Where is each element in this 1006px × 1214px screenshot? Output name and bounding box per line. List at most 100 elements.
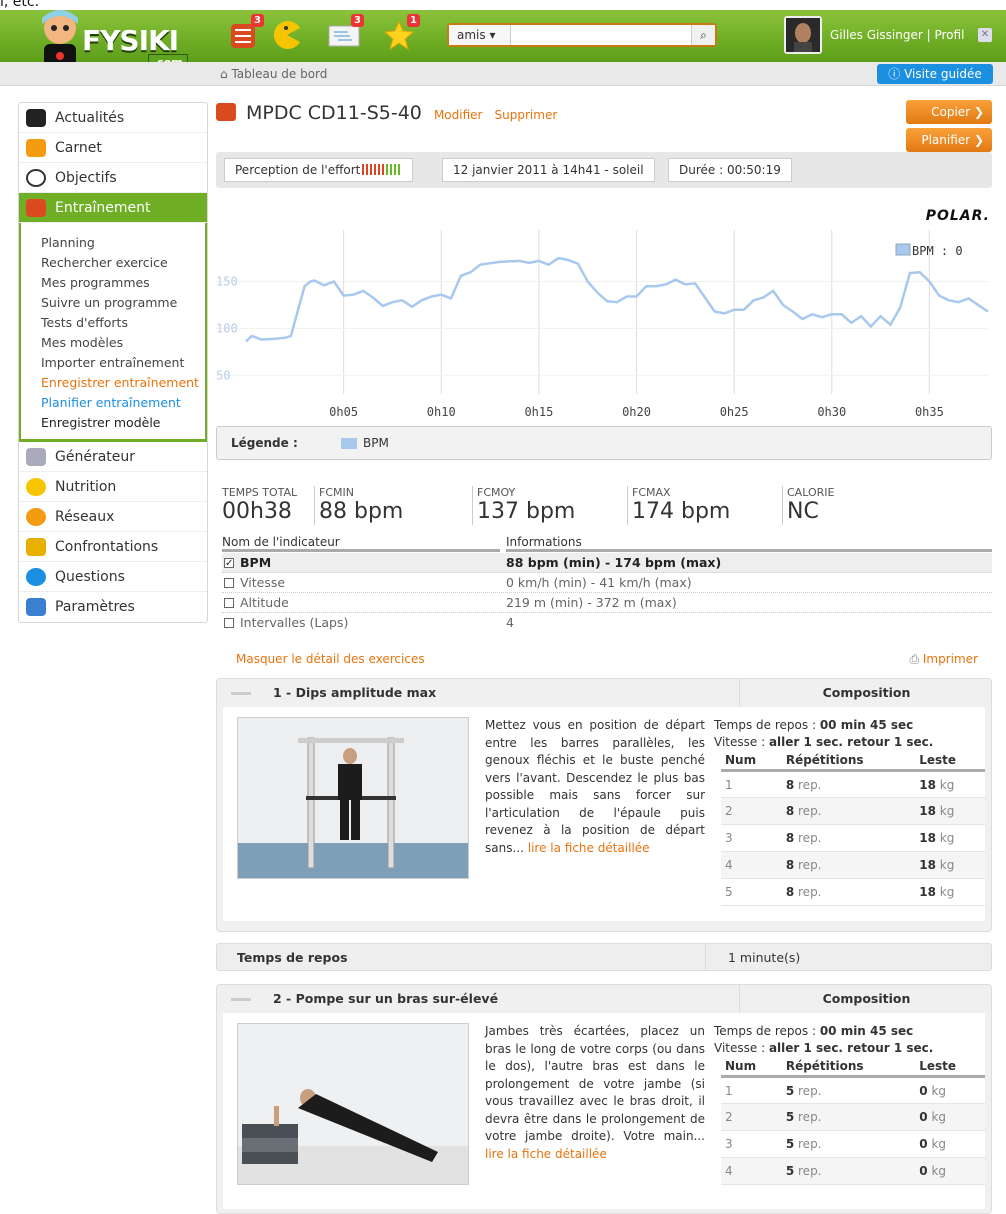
sidebar-item-reseaux[interactable]: Réseaux — [19, 502, 207, 532]
collapse-icon[interactable] — [231, 998, 251, 1001]
row-reps: 8 rep. — [782, 879, 915, 906]
description-text: Jambes très écartées, placez un bras le … — [485, 1024, 705, 1143]
user-name-link[interactable]: Gilles Gissinger — [830, 28, 923, 42]
effort-box: Perception de l'effort — [224, 158, 413, 182]
profile-link[interactable]: Profil — [934, 28, 964, 42]
search-button[interactable]: ⌕ — [691, 25, 715, 45]
logout-icon[interactable]: ✕ — [978, 28, 992, 42]
nutrition-notif[interactable] — [272, 20, 302, 50]
rest-label: Temps de repos : — [714, 718, 816, 732]
sidebar-item-label: Objectifs — [55, 170, 117, 186]
speed-value: aller 1 sec. retour 1 sec. — [769, 1041, 933, 1055]
notif-badge: 1 — [407, 14, 420, 27]
description-text: Mettez vous en position de départ entre … — [485, 718, 705, 855]
guided-tour-button[interactable]: ⓘ Visite guidée — [877, 64, 993, 84]
sidebar-item-parametres[interactable]: Paramètres — [19, 592, 207, 622]
subnav-modeles[interactable]: Mes modèles — [41, 333, 205, 353]
exercise-body: Jambes très écartées, placez un bras le … — [223, 1013, 985, 1209]
indicator-info: 0 km/h (min) - 41 km/h (max) — [506, 573, 692, 593]
reps-table: NumRépétitionsLeste 15 rep.0 kg 25 rep.0… — [721, 1057, 985, 1185]
col-reps: Répétitions — [782, 751, 915, 771]
training-subnav: Planning Rechercher exercice Mes program… — [19, 223, 207, 442]
plan-button[interactable]: Planifier ❯ — [906, 128, 992, 152]
x-tick-label: 0h10 — [427, 405, 456, 419]
subnav-suivre[interactable]: Suivre un programme — [41, 293, 205, 313]
sidebar-item-confrontations[interactable]: Confrontations — [19, 532, 207, 562]
legend-label: Légende : — [231, 436, 298, 450]
composition-header: Composition — [739, 679, 993, 707]
rest-bar-label: Temps de repos — [237, 944, 348, 972]
sidebar-item-nutrition[interactable]: Nutrition — [19, 472, 207, 502]
sidebar-item-entrainement[interactable]: Entraînement — [19, 193, 207, 223]
checkbox[interactable] — [224, 618, 234, 628]
sidebar-item-label: Réseaux — [55, 509, 114, 525]
subnav-planifier[interactable]: Planifier entraînement — [41, 393, 205, 413]
stat-value: 88 bpm — [319, 499, 403, 525]
x-tick-label: 0h05 — [329, 405, 358, 419]
subnav-enregistrer[interactable]: Enregistrer entraînement — [41, 373, 205, 393]
row-leste: 0 kg — [915, 1158, 985, 1185]
search-input[interactable] — [513, 26, 691, 44]
messages-notif[interactable]: 3 — [328, 20, 358, 50]
stat-fcmax: FCMAX174 bpm — [627, 486, 730, 525]
training-notif[interactable]: 3 — [228, 20, 258, 50]
copy-label: Copier — [931, 105, 970, 119]
stopwatch-icon — [26, 169, 46, 187]
subnav-tests[interactable]: Tests d'efforts — [41, 313, 205, 333]
table-row: 38 rep.18 kg — [721, 825, 985, 852]
subnav-enregistrer-modele[interactable]: Enregistrer modèle — [41, 413, 205, 433]
avatar[interactable] — [784, 16, 822, 54]
stat-label: TEMPS TOTAL — [222, 486, 297, 499]
legend-series: BPM — [363, 436, 389, 450]
col-num: Num — [721, 1057, 782, 1077]
read-more-link[interactable]: lire la fiche détaillée — [528, 841, 650, 855]
subnav-programmes[interactable]: Mes programmes — [41, 273, 205, 293]
col-header-info: Informations — [506, 535, 582, 549]
table-row: 25 rep.0 kg — [721, 1104, 985, 1131]
modify-link[interactable]: Modifier — [434, 108, 483, 122]
indicator-row-intervalles[interactable]: Intervalles (Laps)4 — [222, 613, 992, 633]
delete-link[interactable]: Supprimer — [495, 108, 558, 122]
subnav-rechercher[interactable]: Rechercher exercice — [41, 253, 205, 273]
favorites-notif[interactable]: 1 — [384, 20, 414, 50]
indicator-row-altitude[interactable]: Altitude219 m (min) - 372 m (max) — [222, 593, 992, 613]
collapse-icon[interactable] — [231, 692, 251, 695]
bpm-series-line — [246, 258, 988, 341]
indicator-row-vitesse[interactable]: Vitesse 0 km/h (min) - 41 km/h (max) — [222, 573, 992, 593]
read-more-link[interactable]: lire la fiche détaillée — [485, 1147, 607, 1161]
exercise-title: 1 - Dips amplitude max — [273, 679, 436, 707]
indicator-row-bpm[interactable]: ✓BPM88 bpm (min) - 174 bpm (max) — [222, 553, 992, 573]
checkbox[interactable] — [224, 578, 234, 588]
rest-bar-value: 1 minute(s) — [705, 944, 800, 970]
checkbox-checked[interactable]: ✓ — [224, 558, 234, 568]
duration-box: Durée : 00:50:19 — [668, 158, 792, 182]
subnav-importer[interactable]: Importer entraînement — [41, 353, 205, 373]
indicator-info: 219 m (min) - 372 m (max) — [506, 593, 677, 613]
sidebar-item-actualites[interactable]: Actualités — [19, 103, 207, 133]
stat-label: FCMOY — [477, 486, 575, 499]
speed-value: aller 1 sec. retour 1 sec. — [769, 735, 933, 749]
copy-button[interactable]: Copier ❯ — [906, 100, 992, 124]
print-link[interactable]: ⎙ Imprimer — [909, 652, 978, 667]
notif-badge: 3 — [251, 14, 264, 27]
pushup-photo — [238, 1024, 468, 1184]
gear-icon — [26, 448, 46, 466]
row-num: 4 — [721, 852, 782, 879]
search-scope-value: amis — [457, 28, 486, 42]
row-leste: 18 kg — [915, 798, 985, 825]
rest-label: Temps de repos : — [714, 1024, 816, 1038]
subnav-planning[interactable]: Planning — [41, 233, 205, 253]
legend-swatch — [341, 438, 357, 449]
col-reps: Répétitions — [782, 1057, 915, 1077]
exercise-image — [237, 1023, 469, 1185]
checkbox[interactable] — [224, 598, 234, 608]
search-scope-select[interactable]: amis ▾ — [449, 25, 511, 45]
sidebar-item-generateur[interactable]: Générateur — [19, 442, 207, 472]
sidebar-item-carnet[interactable]: Carnet — [19, 133, 207, 163]
sidebar-item-objectifs[interactable]: Objectifs — [19, 163, 207, 193]
breadcrumb[interactable]: ⌂ Tableau de bord — [220, 67, 327, 81]
sidebar-item-questions[interactable]: Questions — [19, 562, 207, 592]
hide-details-link[interactable]: Masquer le détail des exercices — [236, 652, 425, 666]
exercise-body: Mettez vous en position de départ entre … — [223, 707, 985, 921]
indicator-name: Vitesse — [240, 573, 285, 593]
